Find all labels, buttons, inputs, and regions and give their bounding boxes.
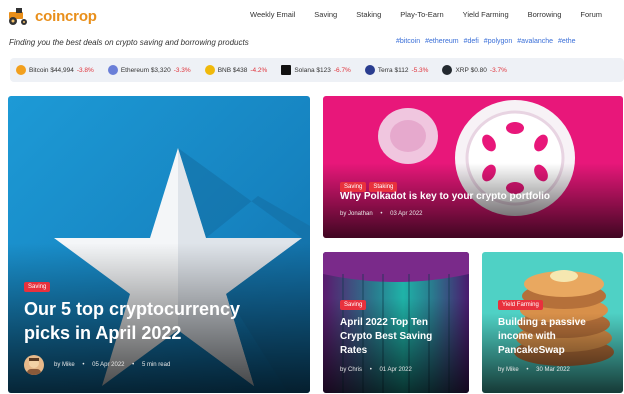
ticker-item[interactable]: BNB $438 -4.2% <box>204 65 268 75</box>
nav-saving[interactable]: Saving <box>314 10 337 19</box>
article-card-polkadot[interactable]: Saving Staking Why Polkadot is key to you… <box>323 96 623 238</box>
author-avatar <box>24 355 44 375</box>
title-line: Our 5 top cryptocurrency <box>24 299 241 319</box>
category-badge[interactable]: Yield Farming <box>498 300 543 310</box>
nav-play-to-earn[interactable]: Play-To-Earn <box>400 10 443 19</box>
coin-name: Terra <box>377 66 393 74</box>
title-line: Rates <box>340 345 368 356</box>
author-name[interactable]: by Chris <box>340 367 362 373</box>
article-title[interactable]: Building a passive income with PancakeSw… <box>498 316 586 358</box>
price-ticker: Bitcoin $44,994 -3.8% Ethereum $3,320 -3.3… <box>10 58 624 82</box>
coin-price: $438 <box>232 66 248 74</box>
nav-yield-farming[interactable]: Yield Farming <box>463 10 509 19</box>
author-name[interactable]: by Jonathan <box>340 211 373 217</box>
featured-article-card[interactable]: Saving Our 5 top cryptocurrency picks in… <box>8 96 310 393</box>
coin-name: Ethereum <box>120 66 149 74</box>
title-line: PancakeSwap <box>498 345 565 356</box>
title-line: income with <box>498 331 556 342</box>
tag-defi[interactable]: #defi <box>464 38 479 45</box>
author-name[interactable]: by Mike <box>54 362 75 368</box>
bnb-icon <box>204 65 215 75</box>
author-name[interactable]: by Mike <box>498 367 519 373</box>
solana-icon <box>281 65 292 75</box>
main-nav: Weekly Email Saving Staking Play-To-Earn… <box>250 10 602 19</box>
title-line: Building a passive <box>498 317 586 328</box>
read-time: 5 min read <box>141 362 171 368</box>
article-meta: by Jonathan • 03 Apr 2022 <box>340 211 423 217</box>
coin-name: Solana <box>294 66 315 74</box>
article-meta: by Mike • 30 Mar 2022 <box>498 367 570 373</box>
article-title[interactable]: Why Polkadot is key to your crypto portf… <box>340 191 550 202</box>
article-meta: by Mike • 05 Apr 2022 • 5 min read <box>54 362 171 368</box>
coin-price: $112 <box>394 66 409 74</box>
ticker-item[interactable]: XRP $0.80 -3.7% <box>442 65 507 75</box>
tag-ethe[interactable]: #ethe <box>558 38 576 45</box>
article-date: 03 Apr 2022 <box>390 211 423 217</box>
article-date: 30 Mar 2022 <box>536 367 570 373</box>
coin-change: -3.8% <box>76 66 94 74</box>
tractor-icon <box>7 6 31 26</box>
nav-weekly-email[interactable]: Weekly Email <box>250 10 295 19</box>
coin-change: -5.3% <box>411 66 429 74</box>
title-line: picks in April 2022 <box>24 323 182 343</box>
title-line: Crypto Best Saving <box>340 331 433 342</box>
ticker-item[interactable]: Terra $112 -5.3% <box>364 65 429 75</box>
article-meta: by Chris • 01 Apr 2022 <box>340 367 412 373</box>
coin-name: XRP <box>455 66 469 74</box>
coin-change: -3.3% <box>173 66 191 74</box>
coin-change: -6.7% <box>333 66 351 74</box>
site-header: coincrop Weekly Email Saving Staking Pla… <box>0 0 624 32</box>
nav-forum[interactable]: Forum <box>580 10 602 19</box>
nav-borrowing[interactable]: Borrowing <box>528 10 562 19</box>
coin-name: Bitcoin <box>29 66 49 74</box>
xrp-icon <box>442 65 453 75</box>
tag-bitcoin[interactable]: #bitcoin <box>396 38 420 45</box>
coin-price: $3,320 <box>150 66 171 74</box>
site-logo[interactable]: coincrop <box>7 5 97 27</box>
tagline: Finding you the best deals on crypto sav… <box>9 38 249 47</box>
hashtag-list: #bitcoin #ethereum #defi #polygon #avala… <box>396 38 576 45</box>
terra-icon <box>364 65 375 75</box>
article-date: 01 Apr 2022 <box>379 367 412 373</box>
title-line: April 2022 Top Ten <box>340 317 428 328</box>
coin-price: $123 <box>316 66 331 74</box>
coin-price: $44,994 <box>50 66 74 74</box>
article-card-april-rates[interactable]: Saving April 2022 Top Ten Crypto Best Sa… <box>323 252 469 393</box>
tag-avalanche[interactable]: #avalanche <box>517 38 553 45</box>
nav-staking[interactable]: Staking <box>356 10 381 19</box>
ticker-item[interactable]: Ethereum $3,320 -3.3% <box>107 65 191 75</box>
bitcoin-icon <box>16 65 26 75</box>
coin-change: -3.7% <box>489 66 507 74</box>
category-badge[interactable]: Saving <box>24 282 51 292</box>
coin-change: -4.2% <box>250 66 268 74</box>
article-date: 05 Apr 2022 <box>92 362 125 368</box>
coin-price: $0.80 <box>470 66 487 74</box>
article-title[interactable]: April 2022 Top Ten Crypto Best Saving Ra… <box>340 316 432 358</box>
category-badge[interactable]: Saving <box>340 300 367 310</box>
ticker-item[interactable]: Bitcoin $44,994 -3.8% <box>16 65 94 75</box>
ethereum-icon <box>107 65 118 75</box>
coin-name: BNB <box>217 66 232 74</box>
article-card-pancakeswap[interactable]: Yield Farming Building a passive income … <box>482 252 623 393</box>
article-title[interactable]: Our 5 top cryptocurrency picks in April … <box>24 297 240 345</box>
tag-polygon[interactable]: #polygon <box>484 38 512 45</box>
brand-name: coincrop <box>35 7 97 25</box>
tag-ethereum[interactable]: #ethereum <box>425 38 458 45</box>
ticker-item[interactable]: Solana $123 -6.7% <box>281 65 351 75</box>
